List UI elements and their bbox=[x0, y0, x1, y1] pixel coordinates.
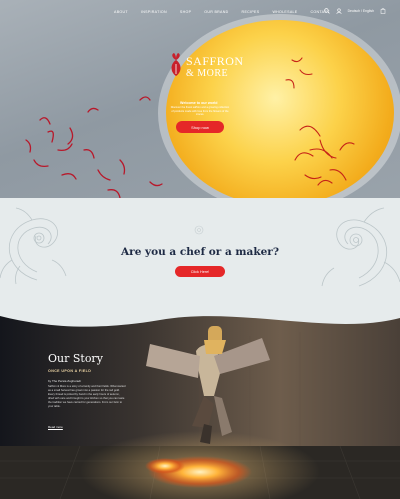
story-heading: Our Story bbox=[48, 352, 103, 365]
story-byline: by The Persia Zoghoradi bbox=[48, 379, 81, 383]
cart-icon[interactable] bbox=[380, 8, 386, 14]
nav-utilities: Deutsch / English bbox=[323, 8, 386, 14]
nav-item-wholesale[interactable]: Wholesale bbox=[272, 10, 297, 14]
hero-description: Discover the finest saffron and a growin… bbox=[170, 106, 230, 117]
hero-section: About Inspiration Shop Our Brand Recipes… bbox=[0, 0, 400, 206]
saffron-flower-logo-icon bbox=[171, 53, 181, 76]
story-body-text: Saffron & More is a story of a family an… bbox=[48, 385, 126, 408]
nav-item-inspiration[interactable]: Inspiration bbox=[141, 10, 167, 14]
shop-now-button[interactable]: Shop now bbox=[176, 121, 224, 133]
account-icon[interactable] bbox=[335, 8, 342, 14]
nav-item-recipes[interactable]: Recipes bbox=[242, 10, 260, 14]
our-story-section: Our Story ONCE UPON A FIELD by The Persi… bbox=[0, 296, 400, 499]
hero-tagline: Welcome to our world bbox=[180, 101, 218, 105]
logo-text-line2: & MORE bbox=[186, 68, 229, 79]
read-more-link[interactable]: Read more bbox=[48, 425, 63, 429]
language-switcher[interactable]: Deutsch / English bbox=[348, 9, 374, 13]
search-icon[interactable] bbox=[323, 8, 330, 14]
main-nav: About Inspiration Shop Our Brand Recipes… bbox=[114, 10, 330, 14]
nav-item-shop[interactable]: Shop bbox=[180, 10, 191, 14]
story-kicker: ONCE UPON A FIELD bbox=[48, 369, 92, 373]
click-here-button[interactable]: Click Here! bbox=[175, 266, 225, 277]
nav-item-about[interactable]: About bbox=[114, 10, 128, 14]
nav-item-our-brand[interactable]: Our Brand bbox=[204, 10, 228, 14]
brand-logo[interactable]: SAFFRON & MORE bbox=[168, 52, 243, 86]
chef-heading: Are you a chef or a maker? bbox=[121, 246, 279, 258]
paisley-ornament-left-icon bbox=[0, 207, 67, 285]
logo-text-line1: SAFFRON bbox=[186, 54, 244, 68]
flower-divider-icon bbox=[194, 225, 204, 235]
